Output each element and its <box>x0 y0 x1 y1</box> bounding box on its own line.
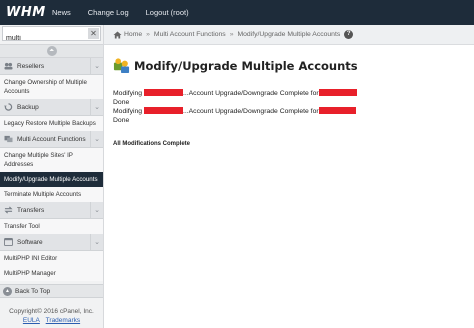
backup-icon <box>4 103 13 111</box>
output-message: ...Account Upgrade/Downgrade Complete fo… <box>182 90 319 97</box>
redacted-account <box>143 107 183 114</box>
sidebar-item-multiphp-ini[interactable]: MultiPHP INI Editor <box>0 251 103 266</box>
sidebar-category-multi-account[interactable]: Multi Account Functions ⌄ <box>0 131 103 148</box>
breadcrumb-separator: » <box>229 31 234 38</box>
page-header: Modify/Upgrade Multiple Accounts <box>113 57 474 74</box>
breadcrumb-home[interactable]: Home <box>124 31 142 38</box>
chevron-down-icon[interactable]: ⌄ <box>90 234 103 251</box>
collapse-all-icon[interactable]: ⏶ <box>46 46 57 56</box>
sidebar-category-label: Backup <box>17 103 39 111</box>
sidebar-category-transfers[interactable]: Transfers ⌄ <box>0 202 103 219</box>
top-nav: News Change Log Logout (root) <box>52 0 206 25</box>
sidebar-footer: Copyright© 2016 cPanel, Inc. EULA Tradem… <box>0 298 103 325</box>
breadcrumb-separator: » <box>146 31 150 38</box>
summary-text: All Modifications Complete <box>113 141 191 147</box>
news-link[interactable]: News <box>52 8 71 17</box>
footer-links: EULA Trademarks <box>0 316 103 325</box>
sidebar-category-software[interactable]: Software ⌄ <box>0 234 103 251</box>
logout-link[interactable]: Logout (root) <box>146 8 189 17</box>
output-status: Done <box>113 117 130 124</box>
logo-text: WHM <box>6 5 46 20</box>
sidebar-item-change-ownership[interactable]: Change Ownership of Multiple Accounts <box>0 75 103 99</box>
sidebar-search-input[interactable] <box>3 32 100 45</box>
resellers-icon <box>4 62 13 70</box>
eula-link[interactable]: EULA <box>23 317 40 324</box>
collapse-row: ⏶ <box>0 44 103 58</box>
redacted-account <box>318 107 356 114</box>
sidebar-item-modify-upgrade[interactable]: Modify/Upgrade Multiple Accounts <box>0 172 103 187</box>
main-content: Modify/Upgrade Multiple Accounts Modifyi… <box>104 46 474 328</box>
chevron-down-icon[interactable]: ⌄ <box>90 99 103 116</box>
sidebar-category-label: Resellers <box>17 62 45 70</box>
software-icon <box>4 238 13 246</box>
change-log-link[interactable]: Change Log <box>88 8 129 17</box>
sidebar-category-label: Software <box>17 238 43 246</box>
page-title: Modify/Upgrade Multiple Accounts <box>134 58 358 73</box>
sidebar: ✕ ⏶ Resellers ⌄ Change Ownership of Mult… <box>0 25 104 328</box>
back-to-top-label: Back To Top <box>15 287 51 295</box>
output-line: Modifying ...Account Upgrade/Downgrade C… <box>113 107 474 116</box>
breadcrumb: Home » Multi Account Functions » Modify/… <box>104 25 474 45</box>
output-line: Modifying ...Account Upgrade/Downgrade C… <box>113 89 474 98</box>
top-bar: WHM News Change Log Logout (root) <box>0 0 474 25</box>
sidebar-category-resellers[interactable]: Resellers ⌄ <box>0 58 103 75</box>
multi-account-icon <box>4 135 13 143</box>
search-box: ✕ <box>2 26 101 45</box>
sidebar-item-terminate[interactable]: Terminate Multiple Accounts <box>0 187 103 202</box>
chevron-down-icon[interactable]: ⌄ <box>90 202 103 219</box>
output-prefix: Modifying <box>113 90 143 97</box>
help-icon[interactable]: ? <box>344 30 354 39</box>
modify-accounts-icon <box>113 58 130 74</box>
breadcrumb-multi-account[interactable]: Multi Account Functions <box>154 31 226 38</box>
sidebar-category-label: Multi Account Functions <box>17 135 86 143</box>
redacted-account <box>143 89 183 96</box>
arrow-up-icon: ▲ <box>3 286 12 296</box>
modification-output: Modifying ...Account Upgrade/Downgrade C… <box>113 89 474 125</box>
trademarks-link[interactable]: Trademarks <box>46 317 80 324</box>
back-to-top-button[interactable]: ▲ Back To Top <box>0 284 103 298</box>
output-message: ...Account Upgrade/Downgrade Complete fo… <box>182 108 319 115</box>
sidebar-item-transfer-tool[interactable]: Transfer Tool <box>0 219 103 234</box>
sidebar-category-backup[interactable]: Backup ⌄ <box>0 99 103 116</box>
chevron-down-icon[interactable]: ⌄ <box>90 131 103 148</box>
output-prefix: Modifying <box>113 108 143 115</box>
output-status: Done <box>113 99 130 106</box>
sidebar-item-multiphp-manager[interactable]: MultiPHP Manager <box>0 266 103 281</box>
transfers-icon <box>4 206 13 214</box>
home-icon <box>113 30 122 39</box>
sidebar-item-legacy-restore[interactable]: Legacy Restore Multiple Backups <box>0 116 103 131</box>
chevron-down-icon[interactable]: ⌄ <box>90 58 103 75</box>
copyright-text: Copyright© 2016 cPanel, Inc. <box>9 308 94 315</box>
clear-search-icon[interactable]: ✕ <box>88 28 99 39</box>
sidebar-item-change-ip[interactable]: Change Multiple Sites' IP Addresses <box>0 148 103 172</box>
redacted-account <box>318 89 357 96</box>
sidebar-category-label: Transfers <box>17 206 45 214</box>
breadcrumb-current: Modify/Upgrade Multiple Accounts <box>237 31 341 38</box>
